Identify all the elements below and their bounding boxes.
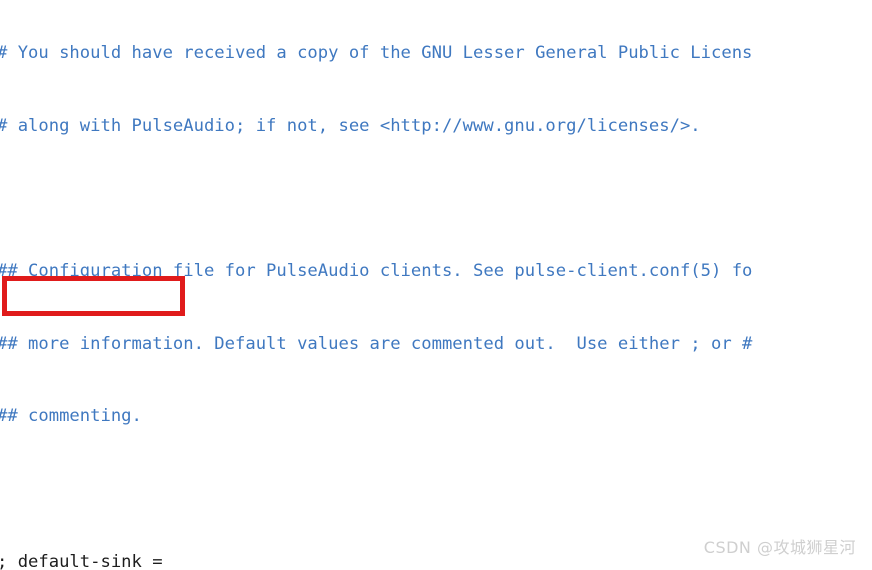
csdn-watermark: CSDN @攻城狮星河 bbox=[703, 538, 856, 557]
text-editor-view[interactable]: # You should have received a copy of the… bbox=[0, 0, 872, 570]
code-line[interactable]: # along with PulseAudio; if not, see <ht… bbox=[0, 114, 872, 138]
code-line-text: # along with PulseAudio; if not, see <ht… bbox=[0, 116, 701, 136]
code-line-text: ## more information. Default values are … bbox=[0, 333, 753, 354]
code-line-blank[interactable] bbox=[0, 187, 872, 211]
code-line-blank[interactable] bbox=[0, 477, 872, 501]
code-line-text: ; default-sink = bbox=[0, 551, 163, 570]
code-line-text: # You should have received a copy of the… bbox=[0, 43, 753, 64]
code-line[interactable]: # You should have received a copy of the… bbox=[0, 41, 872, 65]
code-line[interactable]: ## commenting. bbox=[0, 404, 872, 428]
code-line-text: ## commenting. bbox=[0, 406, 142, 427]
code-line-text: ## Configuration file for PulseAudio cli… bbox=[0, 261, 753, 282]
code-line[interactable]: ## more information. Default values are … bbox=[0, 332, 872, 356]
code-content[interactable]: # You should have received a copy of the… bbox=[0, 0, 872, 570]
code-line[interactable]: ## Configuration file for PulseAudio cli… bbox=[0, 259, 872, 283]
